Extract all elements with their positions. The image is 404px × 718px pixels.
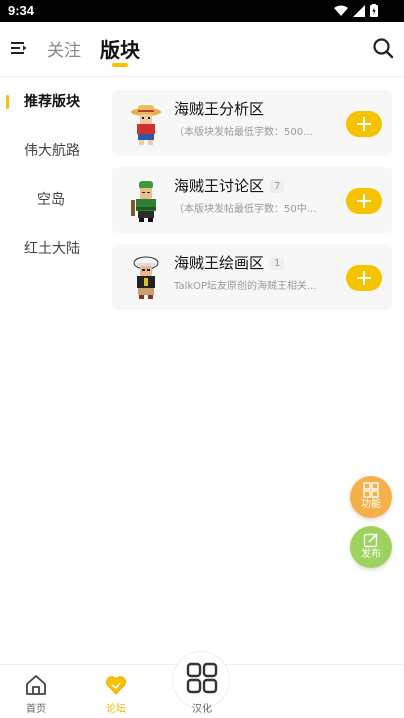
status-icons xyxy=(334,4,378,17)
board-description: TalkOP坛友原创的海贼王相关... xyxy=(174,281,317,292)
battery-icon xyxy=(370,4,378,17)
status-time: 9:34 xyxy=(8,3,35,18)
grid-small-icon xyxy=(363,482,379,498)
tab-boards[interactable]: 版块 xyxy=(100,34,140,63)
post-fab[interactable]: 发布 xyxy=(350,526,392,568)
board-post-count: 1 xyxy=(270,257,285,270)
board-title: 海贼王绘画区 xyxy=(174,254,265,272)
sidebar-item-sky-island[interactable]: 空岛 xyxy=(0,179,104,219)
category-sidebar: 推荐版块 伟大航路 空岛 红土大陆 xyxy=(0,77,104,667)
wifi-icon xyxy=(334,5,348,16)
zoro-avatar xyxy=(131,181,156,222)
sidebar-item-recommended[interactable]: 推荐版块 xyxy=(0,81,104,121)
board-card-drawing[interactable]: 海贼王绘画区 1 TalkOP坛友原创的海贼王相关... xyxy=(112,244,392,310)
active-category-marker xyxy=(6,95,9,109)
nav-home-label: 首页 xyxy=(26,704,46,715)
sidebar-item-label: 红土大陆 xyxy=(24,241,80,257)
menu-toggle-icon[interactable] xyxy=(10,39,28,57)
edit-icon xyxy=(363,533,378,548)
nav-localization-label: 汉化 xyxy=(192,704,212,715)
nav-forum[interactable]: 论坛 xyxy=(81,665,151,718)
board-description: （本版块发帖最低字数：50中... xyxy=(174,204,317,215)
nav-localization[interactable]: 汉化 xyxy=(172,651,230,715)
sidebar-item-label: 推荐版块 xyxy=(24,94,80,110)
tab-follow[interactable]: 关注 xyxy=(47,36,81,61)
sidebar-item-grand-line[interactable]: 伟大航路 xyxy=(0,130,104,170)
post-fab-label: 发布 xyxy=(361,549,381,560)
nav-forum-label: 论坛 xyxy=(106,704,126,715)
luffy-avatar xyxy=(131,105,161,145)
home-icon xyxy=(26,675,46,695)
function-fab-label: 功能 xyxy=(361,499,381,510)
board-title: 海贼王讨论区 xyxy=(174,177,265,195)
status-bar: 9:34 xyxy=(0,0,404,22)
board-title: 海贼王分析区 xyxy=(174,100,265,118)
follow-board-button[interactable] xyxy=(346,188,382,214)
board-card-analysis[interactable]: 海贼王分析区 （本版块发帖最低字数：500... xyxy=(112,90,392,156)
follow-board-button[interactable] xyxy=(346,111,382,137)
bottom-navigation: 首页 论坛 汉化 xyxy=(0,651,404,718)
heart-icon xyxy=(106,676,126,695)
top-header: 关注 版块 xyxy=(0,22,404,76)
sidebar-item-red-line[interactable]: 红土大陆 xyxy=(0,228,104,268)
board-post-count: 7 xyxy=(270,180,285,193)
sidebar-item-label: 空岛 xyxy=(37,192,65,208)
sidebar-item-label: 伟大航路 xyxy=(24,143,80,159)
active-tab-indicator xyxy=(112,63,128,67)
law-avatar xyxy=(133,256,159,299)
board-description: （本版块发帖最低字数：500... xyxy=(174,127,313,138)
signal-icon xyxy=(353,4,365,17)
follow-board-button[interactable] xyxy=(346,265,382,291)
board-card-discussion[interactable]: 海贼王讨论区 7 （本版块发帖最低字数：50中... xyxy=(112,167,392,233)
function-fab[interactable]: 功能 xyxy=(350,476,392,518)
nav-home[interactable]: 首页 xyxy=(1,665,71,718)
grid-icon xyxy=(186,662,218,694)
search-icon[interactable] xyxy=(372,37,394,59)
